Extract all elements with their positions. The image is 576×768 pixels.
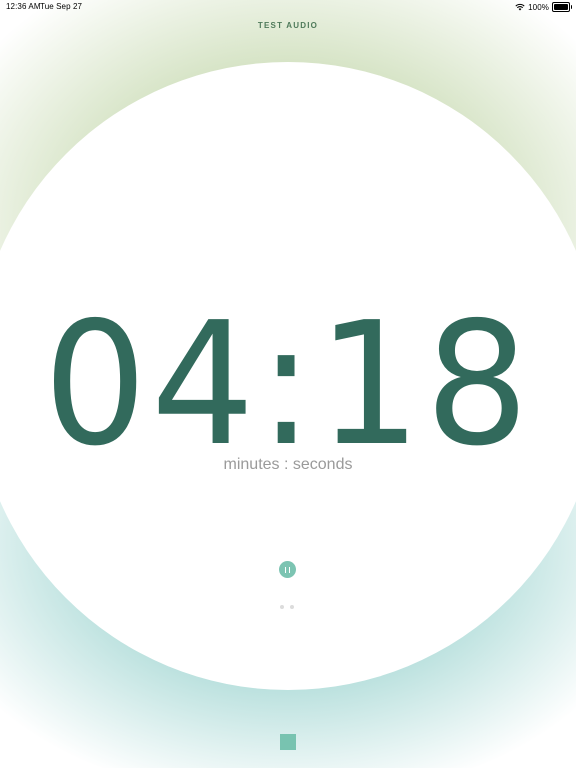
- page-indicator[interactable]: [280, 605, 294, 609]
- status-time: 12:36 AM: [6, 2, 41, 11]
- wifi-icon: [515, 3, 525, 11]
- status-indicators: 100%: [515, 2, 572, 12]
- page-dot[interactable]: [290, 605, 294, 609]
- timer-caption: minutes : seconds: [223, 456, 353, 473]
- status-date: Tue Sep 27: [40, 2, 83, 11]
- page-dot[interactable]: [280, 605, 284, 609]
- timer-display: 04:18: [43, 286, 533, 484]
- test-audio-button[interactable]: TEST AUDIO: [0, 21, 576, 30]
- battery-percent: 100%: [528, 2, 549, 12]
- timer-screen: 12:36 AM Tue Sep 27 100% TEST AUDIO 04:1…: [0, 0, 576, 768]
- pause-icon: [285, 566, 290, 573]
- pause-button[interactable]: [279, 561, 296, 578]
- battery-icon: [552, 2, 572, 12]
- stop-square-icon[interactable]: [280, 734, 296, 750]
